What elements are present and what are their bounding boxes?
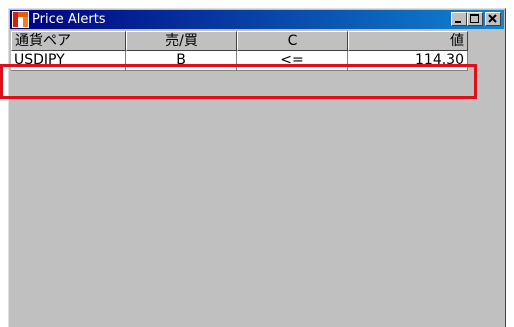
minimize-icon — [455, 21, 461, 23]
header-price[interactable]: 値 — [348, 31, 468, 51]
price-alerts-window: Price Alerts 通貨ペア 売/買 C 値 USDJPY B <= 11… — [8, 8, 506, 327]
maximize-icon — [470, 14, 479, 23]
table-header-row: 通貨ペア 売/買 C 値 — [11, 31, 468, 51]
app-icon — [12, 11, 29, 28]
title-bar[interactable]: Price Alerts — [10, 10, 504, 29]
close-icon — [488, 14, 497, 23]
maximize-button[interactable] — [467, 12, 483, 26]
header-currency-pair[interactable]: 通貨ペア — [11, 31, 126, 51]
header-buy-sell[interactable]: 売/買 — [126, 31, 237, 51]
header-condition[interactable]: C — [237, 31, 348, 51]
highlight-box — [0, 64, 477, 99]
close-button[interactable] — [485, 12, 501, 26]
minimize-button[interactable] — [451, 12, 467, 26]
window-title: Price Alerts — [32, 12, 106, 27]
